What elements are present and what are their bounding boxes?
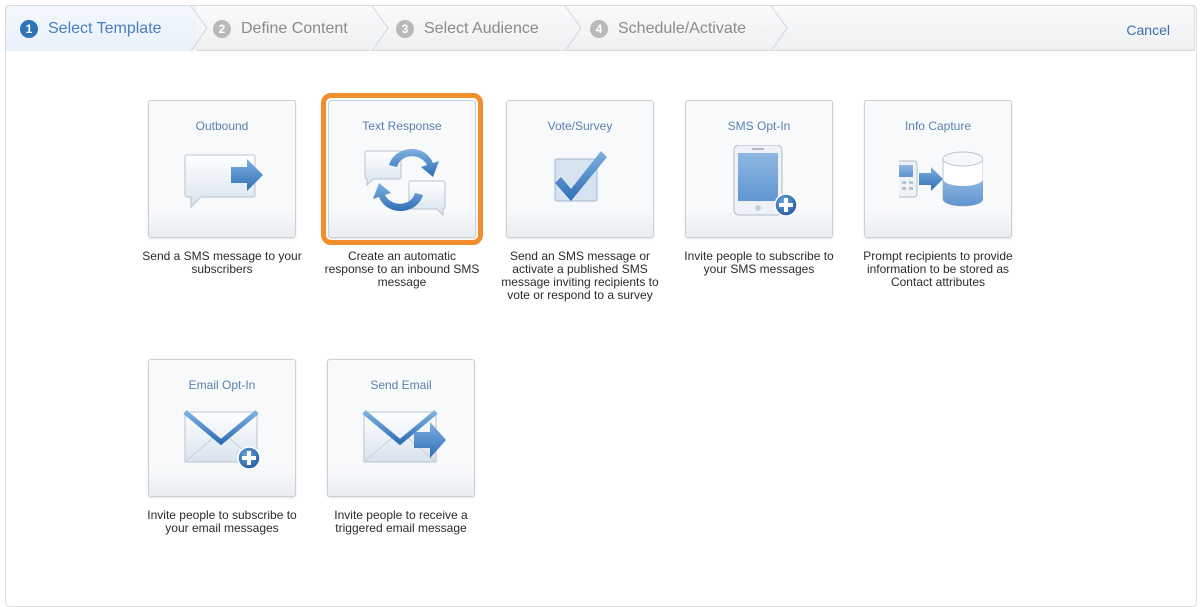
template-description: Prompt recipients to provide information… <box>863 249 1013 289</box>
template-title: SMS Opt-In <box>727 119 791 133</box>
template-title: Info Capture <box>904 119 972 133</box>
template-title: Send Email <box>370 378 432 392</box>
step-label: Select Audience <box>424 19 539 37</box>
template-description: Invite people to subscribe to your email… <box>147 508 297 535</box>
phone-to-database-icon <box>899 151 983 207</box>
envelope-arrow-icon <box>362 410 446 463</box>
step-separator-icon <box>371 6 389 51</box>
template-title: Outbound <box>195 119 249 133</box>
template-description: Send an SMS message or activate a publis… <box>501 249 659 302</box>
step-label: Define Content <box>241 19 348 37</box>
template-card-vote-survey[interactable]: Vote/Survey <box>506 100 654 238</box>
template-description: Invite people to receive a triggered ema… <box>334 508 468 535</box>
step-separator-icon <box>770 6 788 51</box>
template-title: Email Opt-In <box>188 378 256 392</box>
checkbox-checked-icon <box>554 151 607 202</box>
step-separator-icon <box>190 6 208 51</box>
template-description: Send a SMS message to your subscribers <box>142 249 302 276</box>
chat-bubble-arrow-icon <box>184 154 263 209</box>
template-title: Text Response <box>362 119 442 133</box>
template-card-outbound[interactable]: Outbound <box>148 100 296 238</box>
wizard-steps-bar: 1 Select Template 2 Define Content 3 Sel… <box>5 5 1195 51</box>
step-select-template[interactable]: 1 Select Template <box>20 6 162 51</box>
step-schedule-activate[interactable]: 4 Schedule/Activate <box>590 6 746 51</box>
template-card-info-capture[interactable]: Info Capture <box>864 100 1012 238</box>
cancel-link[interactable]: Cancel <box>1126 22 1170 38</box>
template-description: Invite people to subscribe to your SMS m… <box>684 249 834 276</box>
step-label: Select Template <box>48 19 162 37</box>
template-card-sms-opt-in[interactable]: SMS Opt-In <box>685 100 833 238</box>
template-card-email-opt-in[interactable]: Email Opt-In <box>148 359 296 497</box>
step-label: Schedule/Activate <box>618 19 747 37</box>
chat-bubbles-refresh-icon <box>364 148 446 217</box>
envelope-plus-icon <box>183 410 261 470</box>
template-card-text-response[interactable]: Text Response <box>321 93 483 245</box>
step-define-content[interactable]: 2 Define Content <box>213 6 348 51</box>
step-separator-icon <box>564 6 582 51</box>
phone-plus-icon <box>733 145 798 217</box>
template-title: Vote/Survey <box>547 119 613 133</box>
step-number-badge: 4 <box>590 19 608 38</box>
template-card-send-email[interactable]: Send Email <box>327 359 475 497</box>
step-number-badge: 3 <box>396 19 414 38</box>
template-description: Create an automatic response to an inbou… <box>324 249 480 289</box>
step-select-audience[interactable]: 3 Select Audience <box>396 6 539 51</box>
step-number-badge: 1 <box>20 19 38 38</box>
step-number-badge: 2 <box>213 19 231 38</box>
